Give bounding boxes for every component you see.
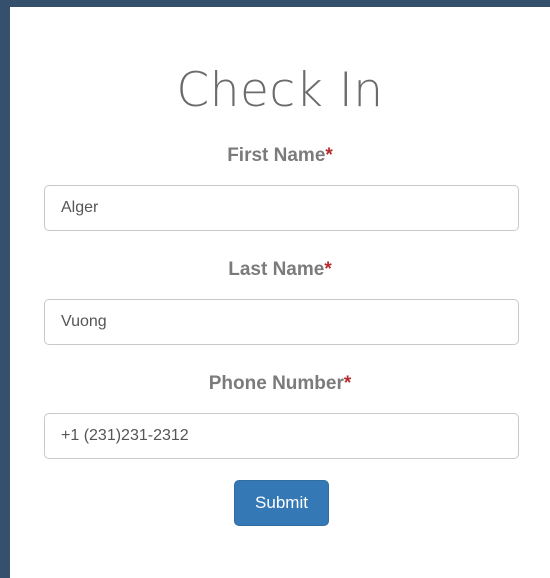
required-marker: * [324, 259, 332, 280]
check-in-card: Check In First Name* Last Name* Phone Nu… [10, 7, 550, 578]
page-title: Check In [176, 63, 384, 118]
required-marker: * [343, 373, 352, 394]
phone-number-input[interactable] [44, 413, 519, 459]
last-name-input[interactable] [44, 299, 519, 345]
first-name-label: First Name* [10, 145, 550, 167]
phone-number-label: Phone Number* [10, 373, 550, 395]
submit-button[interactable]: Submit [234, 480, 329, 526]
first-name-input[interactable] [44, 185, 519, 231]
phone-number-label-text: Phone Number [208, 373, 344, 394]
first-name-label-text: First Name [227, 145, 326, 166]
last-name-label: Last Name* [10, 259, 550, 281]
last-name-label-text: Last Name [228, 259, 325, 280]
required-marker: * [325, 145, 333, 166]
